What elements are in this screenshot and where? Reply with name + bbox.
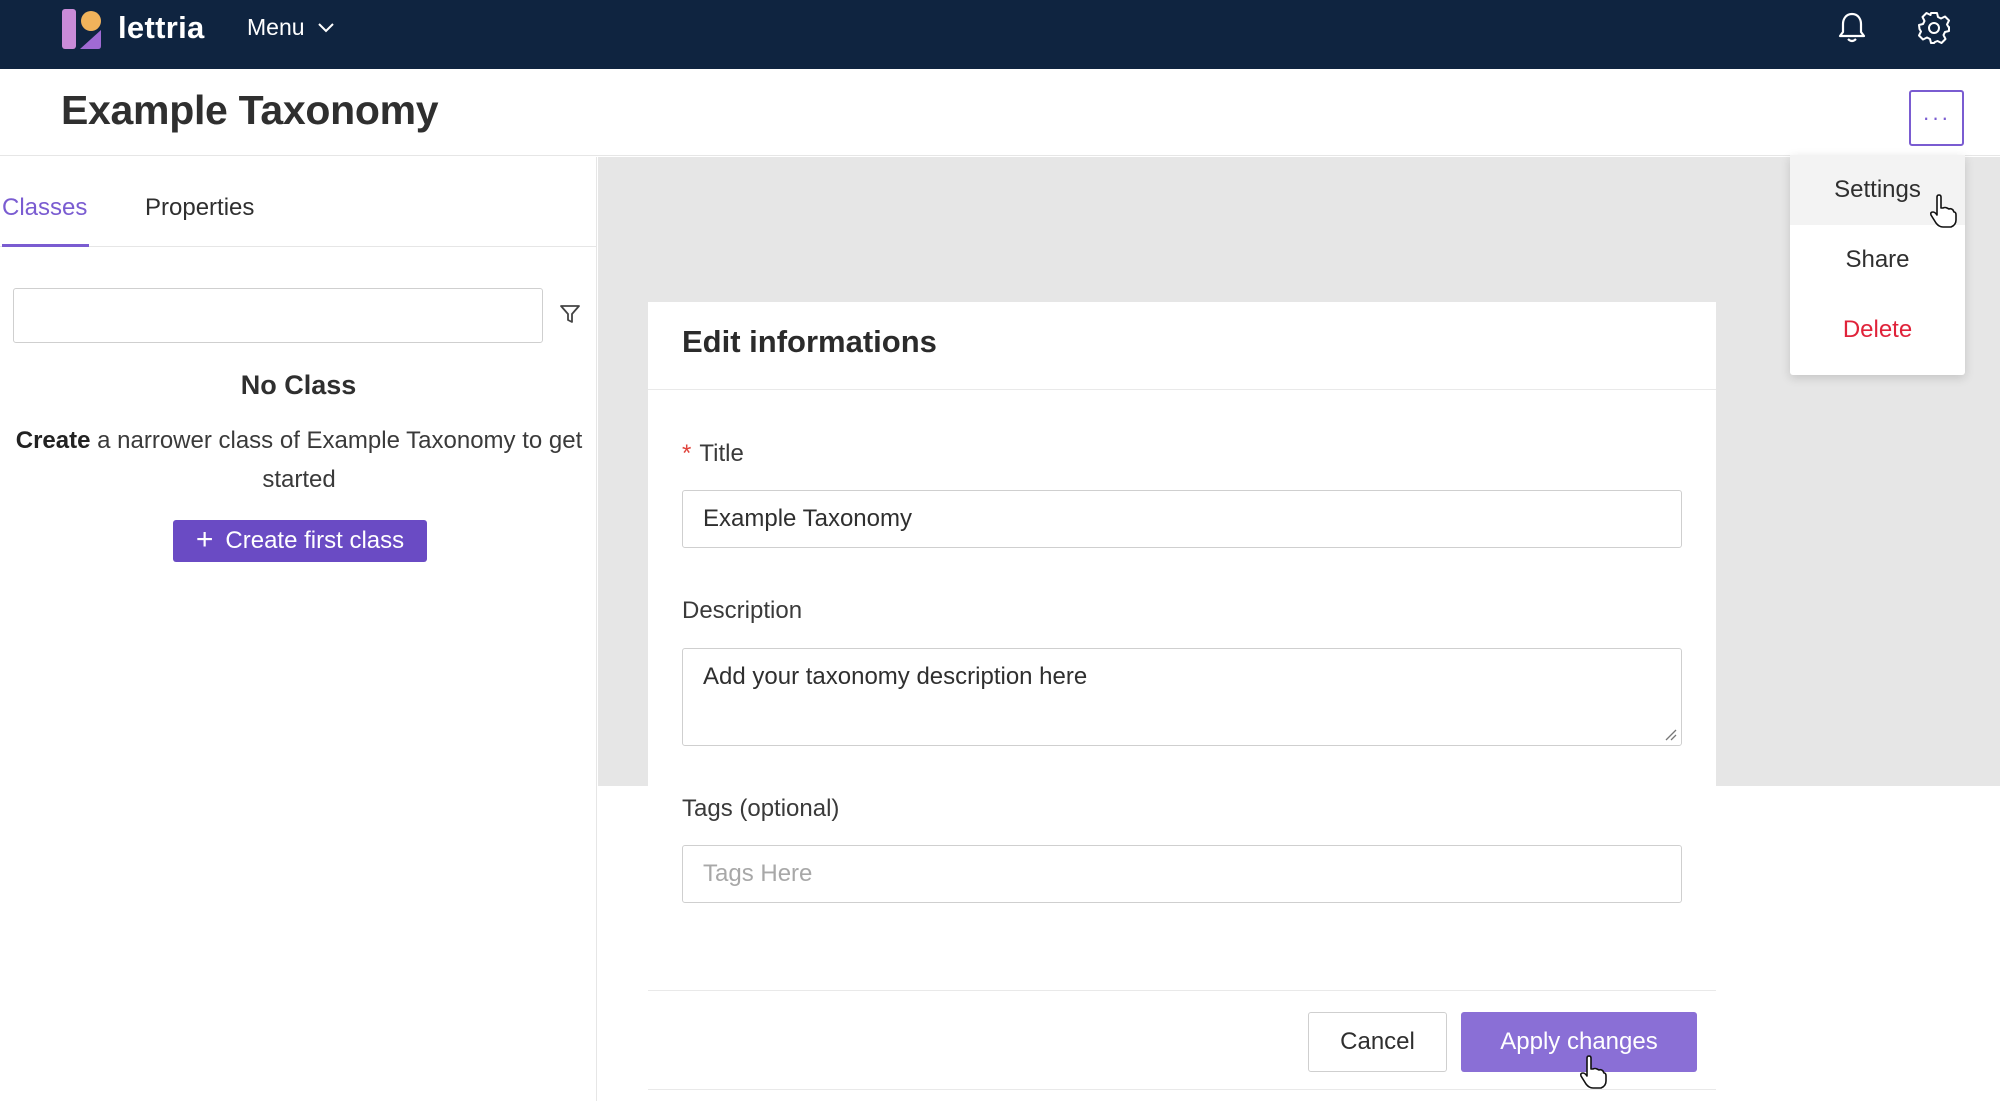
plus-icon: + <box>195 522 214 556</box>
description-field-label: Description <box>682 597 803 624</box>
empty-state-description: Create a narrower class of Example Taxon… <box>14 421 584 499</box>
edit-informations-modal: Edit informations * Title Example Taxonom… <box>648 302 1716 1092</box>
tab-bar: Classes Properties <box>0 157 597 247</box>
title-field-label: * Title <box>682 440 744 468</box>
menu-item-delete[interactable]: Delete <box>1790 295 1965 365</box>
menu-item-share[interactable]: Share <box>1790 225 1965 295</box>
more-options-button[interactable]: ··· <box>1909 90 1964 146</box>
page-header: Example Taxonomy ··· <box>0 69 2000 156</box>
menu-dropdown[interactable]: Menu <box>247 14 335 41</box>
apply-changes-button[interactable]: Apply changes <box>1461 1012 1697 1072</box>
description-text: Add your taxonomy description here <box>703 663 1088 690</box>
chevron-down-icon <box>317 22 334 32</box>
create-first-class-button[interactable]: + Create first class <box>173 520 427 562</box>
modal-footer: Cancel Apply changes <box>648 990 1716 1090</box>
menu-item-settings[interactable]: Settings <box>1790 155 1965 225</box>
filter-icon[interactable] <box>558 302 582 326</box>
active-tab-indicator <box>2 244 89 247</box>
tags-field-label: Tags (optional) <box>682 795 840 822</box>
tab-properties[interactable]: Properties <box>145 194 254 222</box>
title-input[interactable]: Example Taxonomy <box>682 490 1682 548</box>
bell-icon[interactable] <box>1834 10 1870 46</box>
gear-icon[interactable] <box>1916 10 1952 46</box>
create-first-class-label: Create first class <box>225 527 405 554</box>
more-options-dropdown: Settings Share Delete <box>1790 155 1965 375</box>
modal-title: Edit informations <box>682 324 937 359</box>
empty-state-text: a narrower class of Example Taxonomy to … <box>90 427 583 493</box>
page-title: Example Taxonomy <box>61 87 439 133</box>
menu-label: Menu <box>247 14 305 40</box>
tags-input[interactable]: Tags Here <box>682 845 1682 903</box>
title-label-text: Title <box>699 440 744 467</box>
tab-classes[interactable]: Classes <box>2 194 87 222</box>
create-link[interactable]: Create <box>16 427 91 454</box>
modal-header: Edit informations <box>648 302 1716 390</box>
cancel-button[interactable]: Cancel <box>1308 1012 1447 1072</box>
top-navbar: lettria Menu <box>0 0 2000 69</box>
required-mark: * <box>682 440 692 467</box>
classes-panel: Classes Properties No Class Create a nar… <box>0 157 597 1101</box>
class-search-input[interactable] <box>13 288 543 343</box>
logo-icon[interactable] <box>60 8 104 50</box>
empty-state-title: No Class <box>240 370 357 400</box>
description-textarea[interactable]: Add your taxonomy description here <box>682 648 1682 746</box>
brand-name[interactable]: lettria <box>118 10 205 46</box>
resize-handle-icon[interactable] <box>1663 727 1677 741</box>
